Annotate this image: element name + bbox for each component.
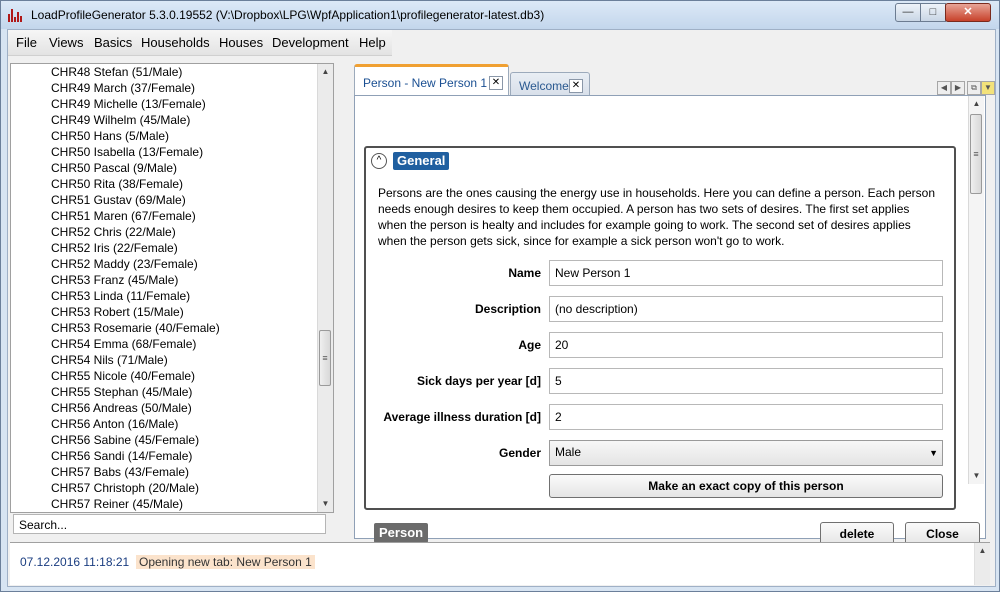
description-label: Description — [474, 302, 541, 316]
person-list-item[interactable]: CHR57 Babs (43/Female) — [51, 464, 311, 480]
illness-duration-field[interactable]: 2 — [549, 404, 943, 430]
person-list: CHR48 Stefan (51/Male) CHR49 March (37/Fe… — [51, 64, 311, 512]
person-list-item[interactable]: CHR54 Nils (71/Male) — [51, 352, 311, 368]
gender-value: Male — [555, 445, 582, 459]
person-list-item[interactable]: CHR56 Anton (16/Male) — [51, 416, 311, 432]
content-scroll-thumb[interactable]: ≡ — [970, 114, 982, 194]
tab-content: ^ General Persons are the ones causing t… — [354, 95, 986, 546]
log-message: Opening new tab: New Person 1 — [136, 555, 315, 569]
tab-area: Person - New Person 1 ✕ Welcome ✕ ◀ ▶ ⧉ … — [346, 62, 995, 546]
tab-person-new-person-1[interactable]: Person - New Person 1 ✕ — [354, 64, 509, 96]
scroll-up-icon[interactable]: ▲ — [975, 543, 990, 558]
scroll-up-icon[interactable]: ▲ — [318, 64, 333, 79]
person-list-item[interactable]: CHR50 Isabella (13/Female) — [51, 144, 311, 160]
person-list-item[interactable]: CHR51 Gustav (69/Male) — [51, 192, 311, 208]
person-list-item[interactable]: CHR50 Hans (5/Male) — [51, 128, 311, 144]
name-field[interactable]: New Person 1 — [549, 260, 943, 286]
gender-select[interactable]: Male ▼ — [549, 440, 943, 466]
section-header: General — [393, 152, 450, 170]
tree-scrollbar[interactable]: ▲ ≡ ▼ — [317, 64, 333, 512]
person-type-tag: Person — [374, 523, 429, 543]
person-list-item[interactable]: CHR51 Maren (67/Female) — [51, 208, 311, 224]
scroll-down-icon[interactable]: ▼ — [318, 496, 333, 511]
menu-houses[interactable]: Houses — [219, 35, 263, 50]
person-list-item[interactable]: CHR53 Franz (45/Male) — [51, 272, 311, 288]
maximize-button[interactable]: □ — [920, 3, 946, 22]
description-field[interactable]: (no description) — [549, 296, 943, 322]
app-window: LoadProfileGenerator 5.3.0.19552 (V:\Dro… — [0, 0, 1000, 592]
illness-duration-label: Average illness duration [d] — [383, 410, 541, 424]
pane-splitter[interactable] — [334, 58, 340, 540]
person-list-item[interactable]: CHR52 Chris (22/Male) — [51, 224, 311, 240]
person-list-item[interactable]: CHR56 Sabine (45/Female) — [51, 432, 311, 448]
menu-bar: File Views Basics Households Houses Deve… — [8, 30, 392, 56]
person-list-item[interactable]: CHR49 Michelle (13/Female) — [51, 96, 311, 112]
sick-days-label: Sick days per year [d] — [416, 374, 541, 388]
minimize-button[interactable]: — — [895, 3, 921, 22]
person-list-item[interactable]: CHR56 Andreas (50/Male) — [51, 400, 311, 416]
client-area: File Views Basics Households Houses Deve… — [7, 29, 996, 587]
log-panel: 07.12.2016 11:18:21 Opening new tab: New… — [10, 542, 990, 585]
person-list-item[interactable]: CHR57 Reiner (45/Male) — [51, 496, 311, 512]
person-list-item[interactable]: CHR53 Linda (11/Female) — [51, 288, 311, 304]
log-scrollbar[interactable]: ▲ — [974, 543, 990, 585]
general-section: ^ General Persons are the ones causing t… — [364, 146, 956, 510]
person-list-item[interactable]: CHR54 Emma (68/Female) — [51, 336, 311, 352]
menu-households[interactable]: Households — [141, 35, 210, 50]
person-list-item[interactable]: CHR50 Rita (38/Female) — [51, 176, 311, 192]
person-list-item[interactable]: CHR50 Pascal (9/Male) — [51, 160, 311, 176]
window-title: LoadProfileGenerator 5.3.0.19552 (V:\Dro… — [31, 8, 545, 22]
person-tree: CHR48 Stefan (51/Male) CHR49 March (37/Fe… — [10, 63, 334, 513]
person-list-item[interactable]: CHR53 Robert (15/Male) — [51, 304, 311, 320]
tab-scroll-left-icon[interactable]: ◀ — [937, 81, 951, 95]
tab-label: Welcome — [519, 79, 569, 93]
person-list-item[interactable]: CHR48 Stefan (51/Male) — [51, 64, 311, 80]
person-list-item[interactable]: CHR49 March (37/Female) — [51, 80, 311, 96]
menu-development[interactable]: Development — [272, 35, 349, 50]
age-label: Age — [518, 338, 541, 352]
tab-list-icon[interactable]: ⧉ — [967, 81, 981, 95]
tab-menu-icon[interactable]: ▼ — [981, 81, 995, 95]
copy-person-button[interactable]: Make an exact copy of this person — [549, 474, 943, 498]
person-list-item[interactable]: CHR53 Rosemarie (40/Female) — [51, 320, 311, 336]
person-list-item[interactable]: CHR52 Iris (22/Female) — [51, 240, 311, 256]
menu-views[interactable]: Views — [49, 35, 83, 50]
section-description: Persons are the ones causing the energy … — [378, 186, 936, 248]
age-field[interactable]: 20 — [549, 332, 943, 358]
chevron-down-icon: ▼ — [929, 448, 938, 458]
close-window-button[interactable]: ✕ — [945, 3, 991, 22]
menu-basics[interactable]: Basics — [94, 35, 132, 50]
person-list-item[interactable]: CHR55 Nicole (40/Female) — [51, 368, 311, 384]
title-bar[interactable]: LoadProfileGenerator 5.3.0.19552 (V:\Dro… — [1, 1, 999, 29]
content-scrollbar[interactable]: ▲ ≡ ▼ — [968, 96, 984, 484]
gender-label: Gender — [498, 446, 541, 460]
person-list-item[interactable]: CHR55 Stephan (45/Male) — [51, 384, 311, 400]
collapse-icon[interactable]: ^ — [371, 153, 387, 169]
scroll-up-icon[interactable]: ▲ — [969, 96, 984, 111]
scroll-down-icon[interactable]: ▼ — [969, 468, 984, 483]
menu-file[interactable]: File — [16, 35, 37, 50]
person-list-item[interactable]: CHR56 Sandi (14/Female) — [51, 448, 311, 464]
person-list-item[interactable]: CHR52 Maddy (23/Female) — [51, 256, 311, 272]
tab-label: Person - New Person 1 — [363, 76, 488, 90]
sick-days-field[interactable]: 5 — [549, 368, 943, 394]
name-label: Name — [508, 266, 541, 280]
app-icon — [8, 8, 24, 22]
search-input[interactable] — [13, 514, 326, 534]
close-tab-icon[interactable]: ✕ — [569, 79, 583, 93]
menu-help[interactable]: Help — [359, 35, 386, 50]
person-list-item[interactable]: CHR57 Christoph (20/Male) — [51, 480, 311, 496]
tree-scroll-thumb[interactable]: ≡ — [319, 330, 331, 386]
log-timestamp: 07.12.2016 11:18:21 — [20, 555, 130, 569]
tab-scroll-right-icon[interactable]: ▶ — [951, 81, 965, 95]
person-list-item[interactable]: CHR49 Wilhelm (45/Male) — [51, 112, 311, 128]
close-tab-icon[interactable]: ✕ — [489, 76, 503, 90]
